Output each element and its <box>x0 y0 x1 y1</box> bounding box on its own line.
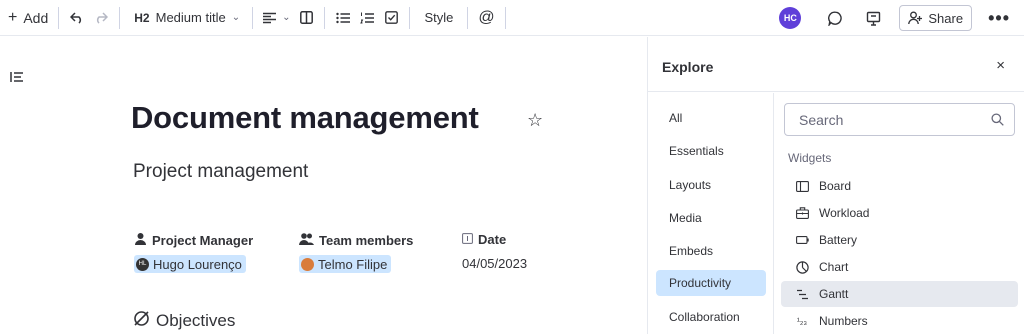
numbered-list-icon <box>360 12 375 23</box>
category-all[interactable]: All <box>656 105 766 131</box>
checkbox-icon <box>385 11 398 24</box>
category-layouts[interactable]: Layouts <box>656 172 766 198</box>
toolbar-divider <box>119 6 121 29</box>
person-icon <box>134 232 147 248</box>
undo-button[interactable] <box>65 6 89 30</box>
align-dropdown[interactable]: ⌄ <box>259 6 294 30</box>
gantt-icon <box>795 289 809 300</box>
document-subtitle[interactable]: Project management <box>133 161 308 183</box>
search-icon[interactable] <box>991 113 1004 126</box>
category-collaboration[interactable]: Collaboration <box>656 304 766 330</box>
battery-icon <box>795 236 809 244</box>
date-value[interactable]: 04/05/2023 <box>462 256 527 271</box>
team-member-chip[interactable]: Telmo Filipe <box>299 255 392 273</box>
share-button[interactable]: Share <box>899 5 973 31</box>
undo-icon <box>70 11 82 24</box>
redo-button[interactable] <box>89 6 113 30</box>
explore-panel: Explore × All Essentials Layouts Media E… <box>647 37 1024 334</box>
numbered-list-button[interactable] <box>355 6 379 30</box>
bullet-list-button[interactable] <box>331 6 355 30</box>
objectives-icon <box>133 310 150 332</box>
widget-search-input[interactable] <box>799 111 991 128</box>
team-member-name: Telmo Filipe <box>318 256 388 272</box>
add-person-icon <box>908 11 923 25</box>
heading-style-dropdown[interactable]: H2 Medium title ⌄ <box>126 6 246 30</box>
heading-style-label: Medium title <box>155 10 226 25</box>
widget-search-box <box>784 103 1015 136</box>
mention-button[interactable]: @ <box>474 6 498 30</box>
chevron-down-icon: ⌄ <box>282 12 291 23</box>
category-essentials[interactable]: Essentials <box>656 138 766 164</box>
comments-button[interactable] <box>823 6 847 30</box>
redo-icon <box>97 11 109 24</box>
widgets-section-label: Widgets <box>788 151 832 165</box>
calendar-icon <box>462 232 473 247</box>
document-title[interactable]: Document management <box>131 100 479 136</box>
board-icon <box>795 180 809 192</box>
columns-icon <box>300 11 313 24</box>
assignee-chip[interactable]: HL Hugo Lourenço <box>134 255 246 273</box>
chat-bubble-icon <box>827 10 842 26</box>
chevron-down-icon: ⌄ <box>231 12 241 23</box>
close-icon[interactable]: × <box>996 57 1005 74</box>
add-label: Add <box>23 9 49 26</box>
heading-mark: H2 <box>134 10 150 25</box>
date-label: Date <box>462 232 527 247</box>
present-button[interactable] <box>861 6 885 30</box>
category-list: All Essentials Layouts Media Embeds Prod… <box>648 93 774 334</box>
checklist-button[interactable] <box>379 6 403 30</box>
category-embeds[interactable]: Embeds <box>656 238 766 264</box>
category-media[interactable]: Media <box>656 205 766 231</box>
editor-toolbar: + Add H2 Medium title ⌄ ⌄ Style @ HC Sha… <box>0 0 1024 36</box>
widget-chart[interactable]: Chart <box>781 254 1018 280</box>
numbers-icon: ¹₂₃ <box>796 316 808 326</box>
toolbar-divider <box>504 6 506 29</box>
category-productivity[interactable]: Productivity <box>656 270 766 296</box>
table-of-contents-icon[interactable] <box>10 70 24 88</box>
widget-battery[interactable]: Battery <box>781 227 1018 253</box>
style-button[interactable]: Style <box>416 6 461 30</box>
plus-icon: + <box>8 8 18 26</box>
share-label: Share <box>928 10 964 26</box>
user-avatar[interactable]: HC <box>779 7 802 29</box>
widget-board[interactable]: Board <box>781 173 1018 199</box>
team-member-avatar <box>301 257 314 271</box>
widget-workload[interactable]: Workload <box>781 200 1018 226</box>
chart-icon <box>795 260 809 274</box>
toolbar-divider <box>58 6 60 29</box>
toolbar-divider <box>467 6 469 29</box>
widget-gantt[interactable]: Gantt <box>781 281 1018 307</box>
align-left-icon <box>263 12 277 23</box>
bullet-list-icon <box>336 12 351 23</box>
objectives-heading[interactable]: Objectives <box>133 310 235 332</box>
team-members-label: Team members <box>299 232 413 248</box>
explore-panel-header: Explore × <box>648 37 1024 92</box>
project-manager-field: Project Manager HL Hugo Lourenço <box>134 232 253 273</box>
team-members-field: Team members Telmo Filipe <box>299 232 413 276</box>
date-field: Date 04/05/2023 <box>462 232 527 271</box>
assignee-avatar: HL <box>136 257 149 271</box>
workload-icon <box>795 207 809 219</box>
toolbar-divider <box>409 6 411 29</box>
people-icon <box>299 232 314 248</box>
explore-panel-title: Explore <box>662 59 714 75</box>
project-manager-label: Project Manager <box>134 232 253 248</box>
toolbar-divider <box>252 6 254 29</box>
presentation-icon <box>866 11 881 26</box>
more-options-button[interactable]: ••• <box>988 8 1010 29</box>
add-button[interactable]: + Add <box>0 6 52 30</box>
favorite-star-icon[interactable]: ☆ <box>527 110 543 131</box>
widget-numbers[interactable]: ¹₂₃ Numbers <box>781 308 1018 334</box>
assignee-name: Hugo Lourenço <box>153 256 242 272</box>
layout-columns-button[interactable] <box>294 6 318 30</box>
toolbar-divider <box>324 6 326 29</box>
